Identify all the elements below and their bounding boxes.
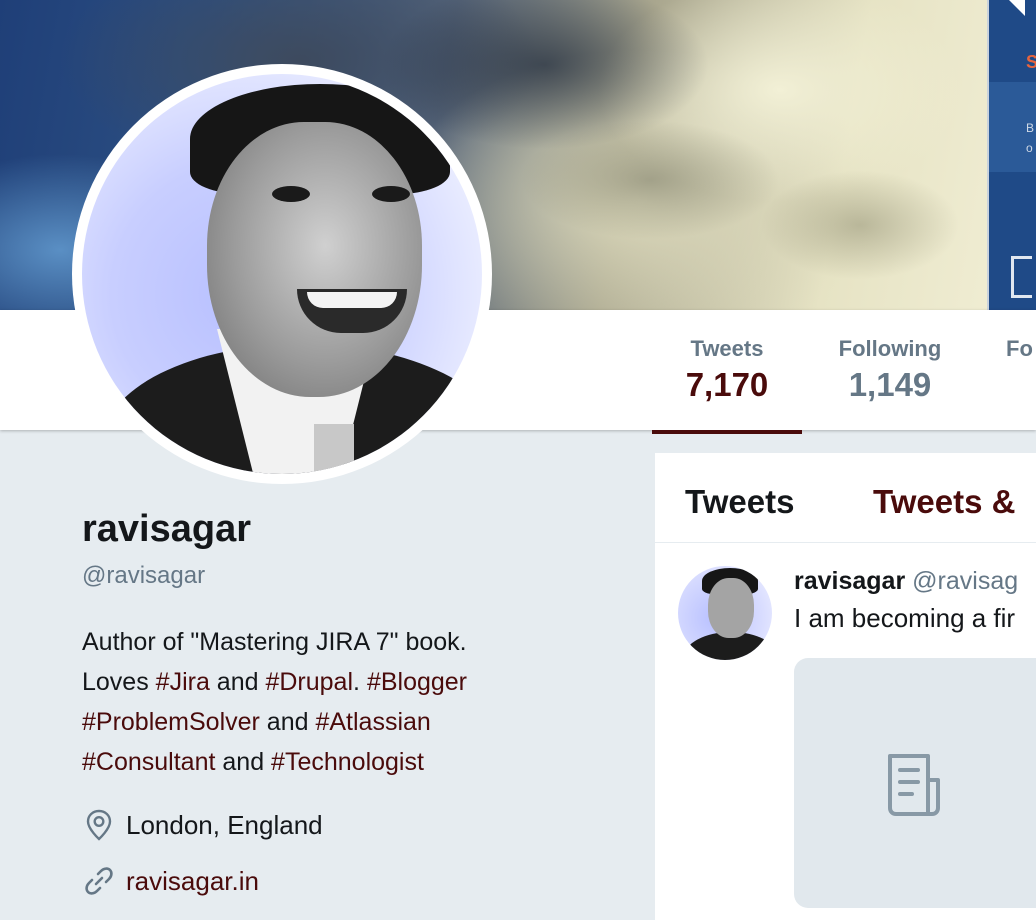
banner-book-icon: [1011, 256, 1032, 298]
profile-bio: Author of "Mastering JIRA 7" book. Loves…: [82, 622, 562, 782]
tweet-avatar-face: [708, 578, 754, 638]
hashtag-link[interactable]: #Blogger: [367, 668, 467, 696]
hashtag-link[interactable]: #ProblemSolver: [82, 708, 260, 736]
stat-value: 7,170: [685, 366, 769, 403]
bio-text: and: [209, 668, 266, 696]
bio-text: Loves: [82, 668, 156, 696]
tweet-avatar[interactable]: [678, 566, 772, 660]
bio-text: .: [353, 668, 367, 696]
tweet-text: I am becoming a fir: [794, 603, 1016, 633]
banner-cloud: [760, 170, 960, 280]
stat-followers[interactable]: Fo: [1006, 336, 1036, 362]
avatar-image: [82, 74, 482, 474]
hashtag-link[interactable]: #Atlassian: [315, 708, 430, 736]
banner-side-text-2: o: [1026, 141, 1033, 155]
profile-handle: @ravisagar: [82, 562, 206, 589]
stat-label: Fo: [1006, 336, 1033, 361]
bio-text: Author of "Mastering JIRA 7" book.: [82, 628, 467, 656]
hashtag-link[interactable]: #Jira: [156, 668, 210, 696]
banner-side-text: S: [1026, 52, 1036, 72]
link-icon: [85, 867, 113, 895]
banner-side-panel: S B o: [987, 0, 1036, 310]
location-text: London, England: [126, 810, 323, 840]
hashtag-link[interactable]: #Technologist: [271, 748, 424, 776]
stat-tweets[interactable]: Tweets 7,170: [652, 336, 802, 434]
timeline-panel: Tweets Tweets & ravisagar @ravisag I am …: [655, 453, 1036, 920]
avatar-face: [207, 122, 422, 397]
tweet-header: ravisagar @ravisag: [794, 567, 1018, 596]
website-link[interactable]: ravisagar.in: [126, 866, 259, 897]
banner-logo-shape: [1009, 0, 1025, 16]
stat-following[interactable]: Following 1,149: [820, 336, 960, 404]
avatar-eye: [272, 186, 310, 202]
profile-name[interactable]: ravisagar: [82, 508, 251, 551]
tweet-author-handle: @ravisag: [912, 567, 1019, 595]
stat-label: Tweets: [690, 336, 764, 361]
hashtag-link[interactable]: #Drupal: [265, 668, 353, 696]
banner-cloud: [520, 120, 780, 240]
stat-value: 1,149: [848, 366, 932, 403]
bio-text: and: [259, 708, 316, 736]
timeline-tabs: Tweets Tweets &: [655, 453, 1036, 543]
tab-tweets[interactable]: Tweets: [685, 483, 794, 521]
banner-side-text-1: B: [1026, 121, 1035, 135]
profile-avatar[interactable]: [72, 64, 492, 484]
banner-side-text: B o: [1026, 118, 1034, 158]
document-icon: [888, 754, 940, 816]
stat-label: Following: [838, 336, 942, 361]
bio-text: and: [215, 748, 272, 776]
tab-tweets-and-replies[interactable]: Tweets &: [873, 483, 1015, 521]
tweet-author-name[interactable]: ravisagar: [794, 567, 905, 595]
avatar-eye: [372, 186, 410, 202]
tweet-link-card[interactable]: [794, 658, 1036, 908]
avatar-teeth: [307, 292, 397, 308]
hashtag-link[interactable]: #Consultant: [82, 748, 215, 776]
location-pin-icon: [86, 809, 112, 841]
avatar-tie: [314, 424, 354, 474]
